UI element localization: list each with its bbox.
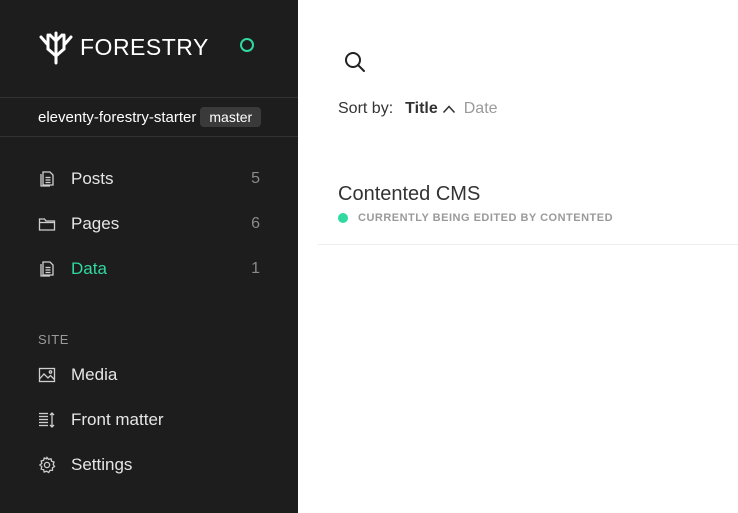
sidebar-item-label: Front matter bbox=[71, 410, 164, 429]
sort-option-date[interactable]: Date bbox=[464, 100, 498, 118]
sort-option-title[interactable]: Title bbox=[405, 100, 438, 118]
sidebar-item-count: 5 bbox=[251, 170, 260, 187]
branch-badge[interactable]: master bbox=[200, 107, 262, 127]
repo-name: eleventy-forestry-starter bbox=[38, 108, 197, 126]
document-title: Contented CMS bbox=[338, 183, 481, 205]
document-status-text: CURRENTLY BEING EDITED BY CONTENTED bbox=[358, 212, 614, 224]
documents-icon bbox=[38, 260, 56, 278]
brand-name: FORESTRY bbox=[80, 33, 209, 60]
folder-icon bbox=[38, 215, 56, 233]
chevron-up-icon[interactable] bbox=[442, 104, 456, 114]
sidebar-item-label: Media bbox=[71, 365, 118, 384]
documents-icon bbox=[38, 170, 56, 188]
sidebar-item-count: 6 bbox=[251, 215, 260, 232]
gear-icon bbox=[38, 456, 56, 474]
list-item[interactable]: Contented CMS CURRENTLY BEING EDITED BY … bbox=[318, 168, 738, 245]
sidebar-item-label: Posts bbox=[71, 169, 114, 188]
sidebar-item-label: Pages bbox=[71, 214, 120, 233]
repo-selector[interactable]: eleventy-forestry-starter master bbox=[0, 97, 298, 137]
forestry-logo-icon bbox=[39, 31, 73, 65]
sidebar-item-posts[interactable]: Posts 5 bbox=[38, 165, 260, 193]
sidebar-item-media[interactable]: Media bbox=[38, 361, 260, 389]
sidebar-item-count: 1 bbox=[251, 260, 260, 277]
brand-logo[interactable]: FORESTRY bbox=[38, 28, 209, 66]
sort-label: Sort by: bbox=[338, 100, 394, 117]
section-label-site: SITE bbox=[38, 332, 69, 347]
front-matter-icon bbox=[38, 411, 56, 429]
sidebar-item-data[interactable]: Data 1 bbox=[38, 255, 260, 283]
sidebar-item-label: Settings bbox=[71, 455, 133, 474]
sort-bar: Sort by: Title Date bbox=[338, 100, 498, 118]
document-status: CURRENTLY BEING EDITED BY CONTENTED bbox=[338, 212, 613, 224]
editing-indicator-icon bbox=[338, 213, 348, 223]
sidebar: FORESTRY eleventy-forestry-starter maste… bbox=[0, 0, 298, 513]
sidebar-item-label: Data bbox=[71, 259, 107, 278]
search-icon[interactable] bbox=[344, 51, 366, 73]
sidebar-item-pages[interactable]: Pages 6 bbox=[38, 210, 260, 238]
sidebar-item-settings[interactable]: Settings bbox=[38, 451, 260, 479]
image-icon bbox=[38, 366, 56, 384]
status-ring-icon bbox=[240, 38, 254, 52]
sidebar-item-front-matter[interactable]: Front matter bbox=[38, 406, 260, 434]
document-list-panel: Sort by: Title Date Contented CMS CURREN… bbox=[298, 0, 738, 513]
